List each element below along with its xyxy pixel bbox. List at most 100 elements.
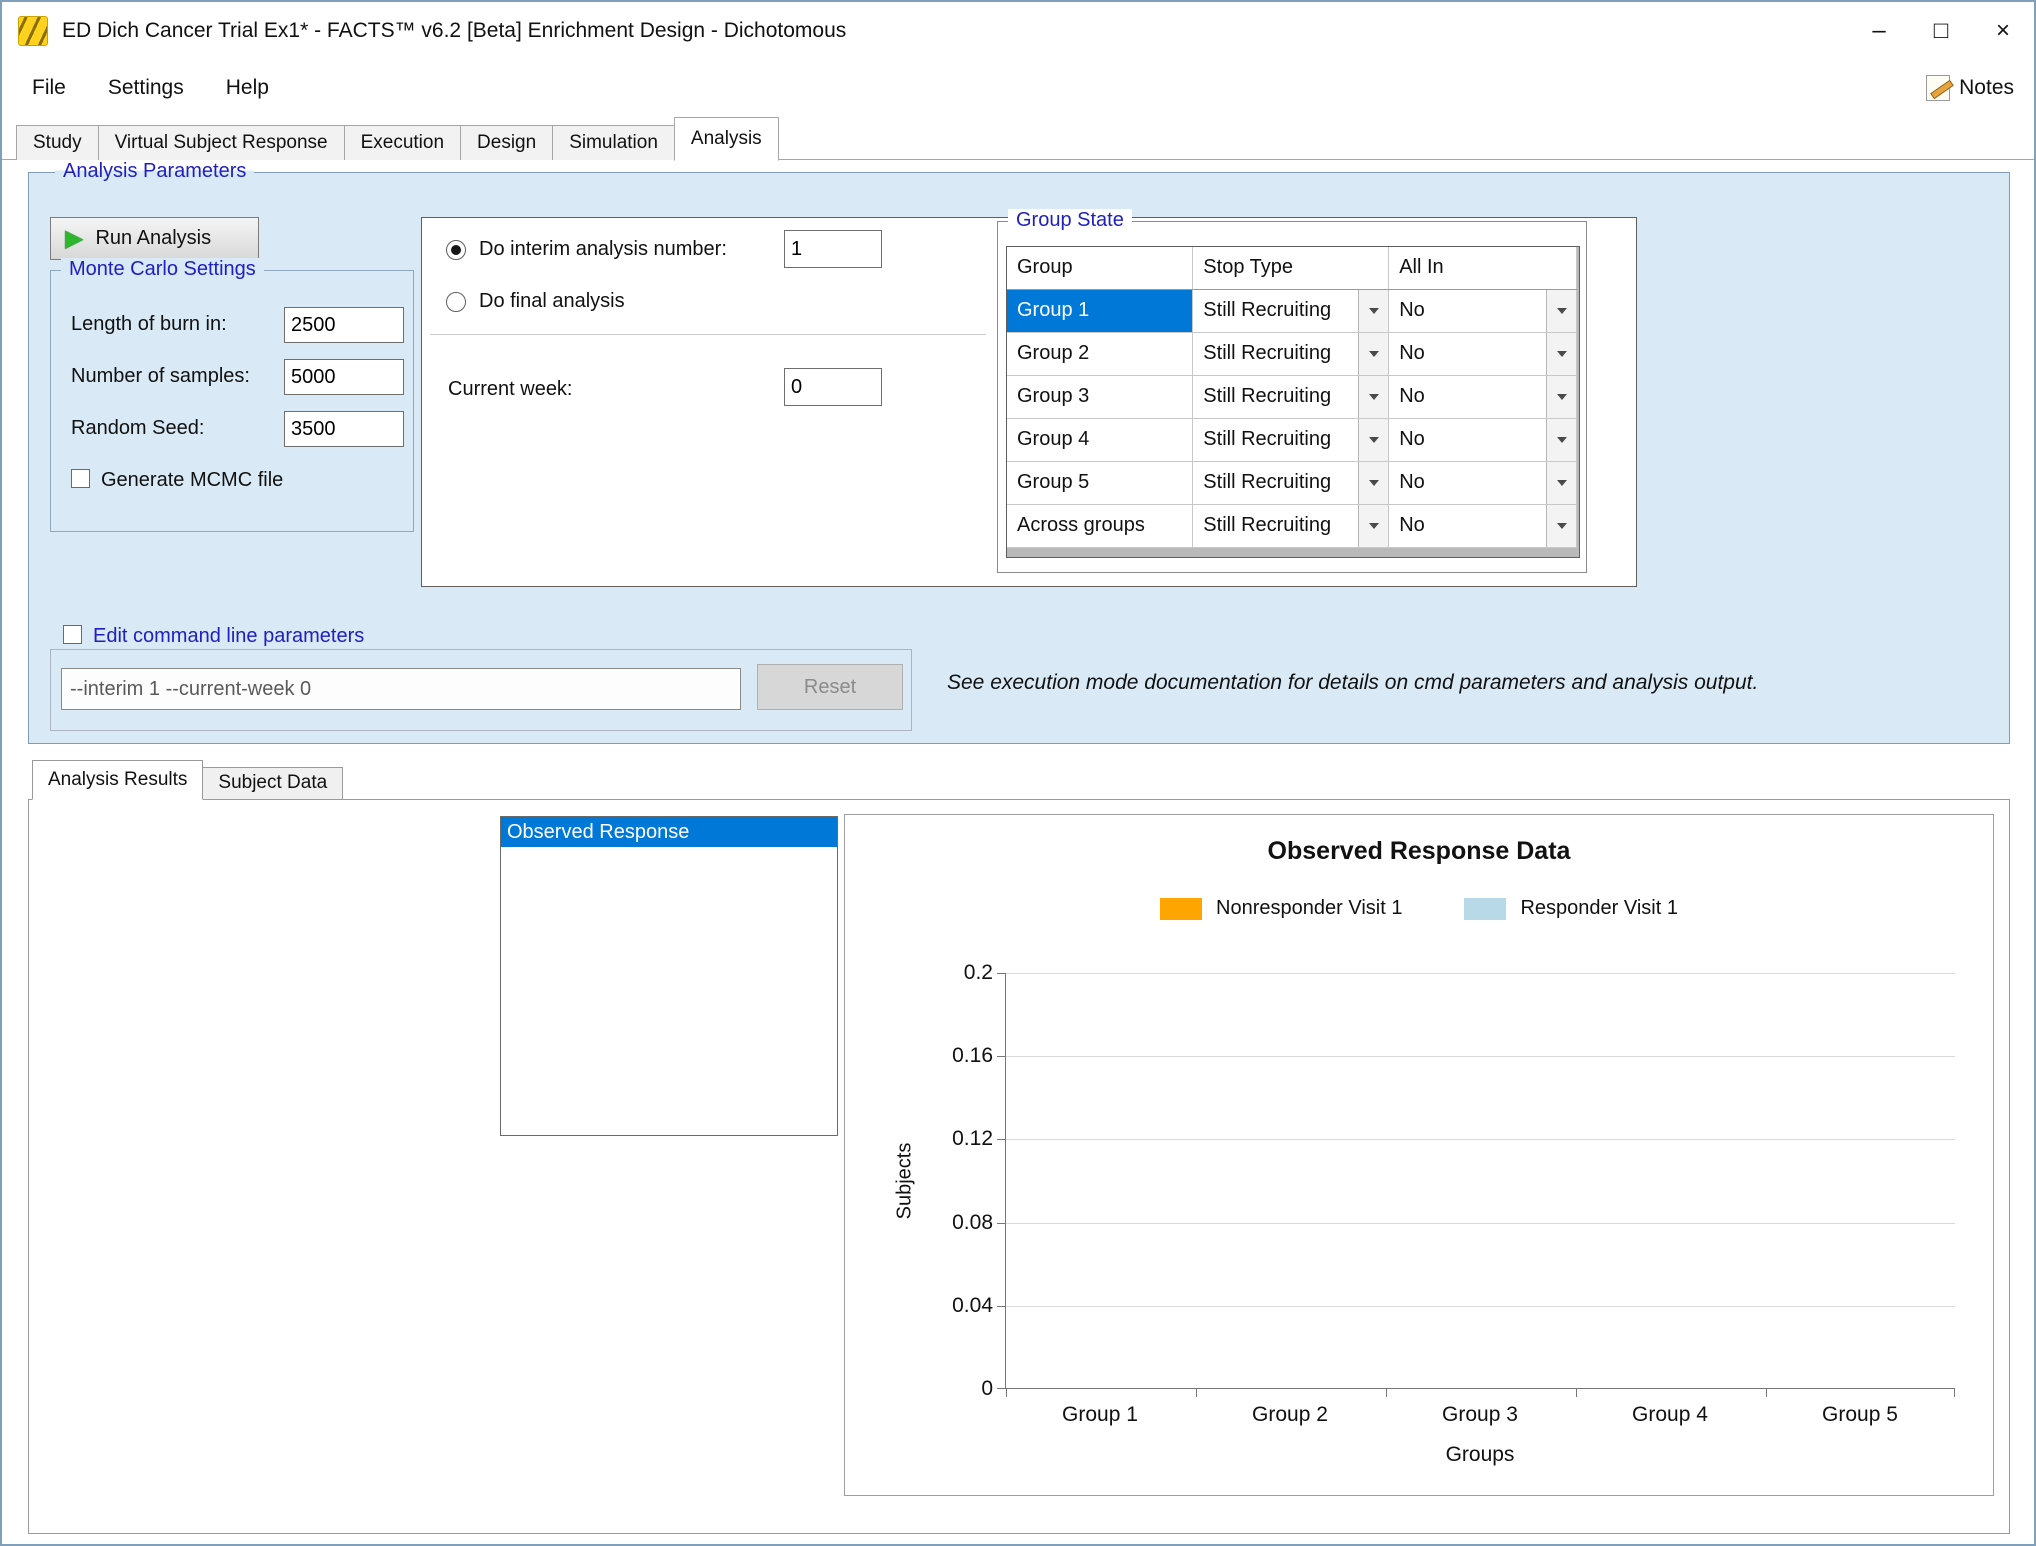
tab-design[interactable]: Design [460, 125, 553, 160]
current-week-label: Current week: [448, 378, 573, 401]
close-button[interactable]: × [1972, 2, 2034, 60]
all-in-dropdown[interactable] [1546, 290, 1576, 332]
y-tick-label: 0 [907, 1375, 993, 1403]
all-in-cell[interactable]: No [1389, 375, 1577, 418]
stop-type-cell[interactable]: Still Recruiting [1193, 289, 1389, 332]
group-state-table: Group Stop Type All In Group 1 Still Rec… [1006, 246, 1580, 558]
chevron-down-icon [1557, 394, 1567, 400]
generate-mcmc-checkbox[interactable] [71, 469, 90, 488]
group-state-group: Group State Group Stop Type All In Group… [997, 221, 1587, 573]
notes-icon [1926, 75, 1950, 101]
group-cell[interactable]: Group 1 [1007, 289, 1193, 332]
monte-carlo-settings-group: Monte Carlo Settings Length of burn in: … [50, 270, 414, 532]
tab-study[interactable]: Study [16, 125, 99, 160]
reset-button[interactable]: Reset [757, 664, 903, 710]
table-row: Across groups Still Recruiting No [1007, 504, 1577, 547]
burn-in-input[interactable] [284, 307, 404, 343]
stop-type-cell[interactable]: Still Recruiting [1193, 332, 1389, 375]
table-row: Group 3 Still Recruiting No [1007, 375, 1577, 418]
tab-analysis[interactable]: Analysis [674, 117, 779, 161]
all-in-dropdown[interactable] [1546, 376, 1576, 418]
stop-type-cell[interactable]: Still Recruiting [1193, 504, 1389, 547]
notes-button[interactable]: Notes [1926, 60, 2014, 116]
random-seed-input[interactable] [284, 411, 404, 447]
edit-cmd-checkbox[interactable] [63, 625, 82, 644]
maximize-button[interactable]: □ [1910, 2, 1972, 60]
cmd-params-input[interactable] [61, 668, 741, 710]
all-in-cell[interactable]: No [1389, 461, 1577, 504]
tab-simulation[interactable]: Simulation [552, 125, 675, 160]
group-cell[interactable]: Group 3 [1007, 375, 1193, 418]
nonresponder-swatch [1160, 898, 1202, 920]
all-in-dropdown[interactable] [1546, 462, 1576, 504]
table-row: Group 1 Still Recruiting No [1007, 289, 1577, 332]
interim-number-input[interactable] [784, 230, 882, 268]
main-tab-strip: Study Virtual Subject Response Execution… [2, 116, 2034, 160]
x-tick-label: Group 1 [1005, 1403, 1195, 1427]
tab-analysis-results[interactable]: Analysis Results [32, 760, 203, 800]
group-cell[interactable]: Group 2 [1007, 332, 1193, 375]
col-header-group[interactable]: Group [1007, 247, 1193, 289]
app-logo-icon [18, 16, 48, 46]
col-header-all-in[interactable]: All In [1389, 247, 1577, 289]
group-cell[interactable]: Group 5 [1007, 461, 1193, 504]
tab-execution[interactable]: Execution [344, 125, 461, 160]
current-week-input[interactable] [784, 368, 882, 406]
menu-settings[interactable]: Settings [108, 76, 184, 100]
final-analysis-radio[interactable] [446, 292, 466, 312]
all-in-cell[interactable]: No [1389, 418, 1577, 461]
run-analysis-button[interactable]: ▶ Run Analysis [50, 217, 259, 260]
table-header-row: Group Stop Type All In [1007, 247, 1577, 289]
tab-virtual-subject-response[interactable]: Virtual Subject Response [98, 125, 345, 160]
window-title: ED Dich Cancer Trial Ex1* - FACTS™ v6.2 … [62, 19, 846, 43]
interim-analysis-radio[interactable] [446, 240, 466, 260]
final-analysis-label: Do final analysis [479, 290, 625, 313]
list-item-observed-response[interactable]: Observed Response [501, 817, 837, 847]
legend-nonresponder-label: Nonresponder Visit 1 [1216, 897, 1402, 920]
group-cell[interactable]: Group 4 [1007, 418, 1193, 461]
chevron-down-icon [1369, 351, 1379, 357]
stop-type-dropdown[interactable] [1358, 419, 1388, 461]
x-axis-title: Groups [1005, 1443, 1955, 1467]
all-in-dropdown[interactable] [1546, 333, 1576, 375]
results-tab-strip: Analysis Results Subject Data [32, 760, 342, 799]
analysis-mode-box: Do interim analysis number: Do final ana… [421, 217, 1637, 587]
tab-subject-data[interactable]: Subject Data [202, 767, 343, 799]
stop-type-dropdown[interactable] [1358, 376, 1388, 418]
monte-carlo-title: Monte Carlo Settings [61, 258, 264, 281]
responder-swatch [1464, 898, 1506, 920]
menu-help[interactable]: Help [226, 76, 269, 100]
num-samples-input[interactable] [284, 359, 404, 395]
stop-type-dropdown[interactable] [1358, 333, 1388, 375]
group-cell[interactable]: Across groups [1007, 504, 1193, 547]
table-row: Group 4 Still Recruiting No [1007, 418, 1577, 461]
all-in-dropdown[interactable] [1546, 505, 1576, 547]
stop-type-dropdown[interactable] [1358, 505, 1388, 547]
stop-type-cell[interactable]: Still Recruiting [1193, 375, 1389, 418]
minimize-button[interactable]: – [1848, 2, 1910, 60]
stop-type-cell[interactable]: Still Recruiting [1193, 461, 1389, 504]
x-tick-label: Group 2 [1195, 1403, 1385, 1427]
col-header-stop-type[interactable]: Stop Type [1193, 247, 1389, 289]
chevron-down-icon [1557, 308, 1567, 314]
final-analysis-row: Do final analysis [446, 290, 625, 313]
chevron-down-icon [1557, 351, 1567, 357]
plot-area [1005, 973, 1955, 1389]
stop-type-dropdown[interactable] [1358, 462, 1388, 504]
stop-type-dropdown[interactable] [1358, 290, 1388, 332]
all-in-dropdown[interactable] [1546, 419, 1576, 461]
chart-title: Observed Response Data [845, 837, 1993, 866]
y-tick-label: 0.04 [907, 1292, 993, 1320]
chevron-down-icon [1557, 523, 1567, 529]
all-in-cell[interactable]: No [1389, 289, 1577, 332]
x-tick-label: Group 5 [1765, 1403, 1955, 1427]
all-in-cell[interactable]: No [1389, 504, 1577, 547]
y-tick-label: 0.08 [907, 1209, 993, 1237]
run-analysis-label: Run Analysis [95, 227, 211, 250]
menu-file[interactable]: File [32, 76, 66, 100]
y-tick-label: 0.2 [907, 959, 993, 987]
cmd-documentation-note: See execution mode documentation for det… [947, 671, 1758, 695]
num-samples-label: Number of samples: [71, 365, 250, 388]
stop-type-cell[interactable]: Still Recruiting [1193, 418, 1389, 461]
all-in-cell[interactable]: No [1389, 332, 1577, 375]
